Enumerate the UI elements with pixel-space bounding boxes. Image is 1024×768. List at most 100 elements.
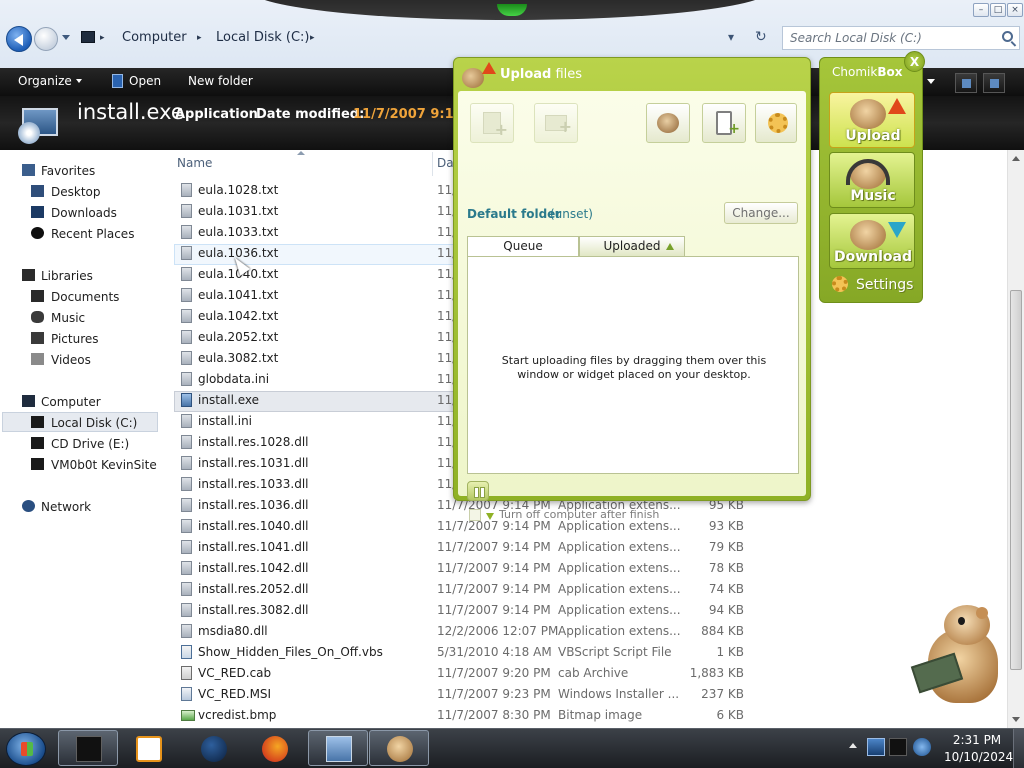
column-divider[interactable]: [432, 152, 433, 176]
taskbar-firefox-button[interactable]: [244, 730, 304, 766]
file-row[interactable]: install.res.3082.dll 11/7/2007 9:14 PM App…: [174, 600, 774, 621]
file-type: VBScript Script File: [558, 645, 672, 659]
search-icon[interactable]: [1002, 31, 1013, 42]
tray-app-icon[interactable]: [889, 738, 907, 756]
upload-arrow-icon: [888, 98, 906, 114]
add-folder-button[interactable]: [534, 103, 578, 143]
network-status-icon[interactable]: [867, 738, 885, 756]
nav-downloads[interactable]: Downloads: [28, 203, 184, 223]
file-date: 11/7/2007 9:14 PM: [437, 603, 551, 617]
clock-time[interactable]: 2:31 PM: [952, 733, 1002, 747]
show-hidden-icons-button[interactable]: [849, 743, 857, 748]
nav-local-disk[interactable]: Local Disk (C:): [2, 412, 158, 432]
file-size: 884 KB: [701, 624, 744, 638]
file-size: 237 KB: [701, 687, 744, 701]
gear-icon[interactable]: [832, 276, 848, 292]
add-from-clipboard-button[interactable]: [702, 103, 746, 143]
widget-download-button[interactable]: Download: [829, 213, 915, 269]
breadcrumb-separator-icon[interactable]: ▸: [197, 33, 202, 43]
taskbar-chomikbox-button[interactable]: [369, 730, 429, 766]
new-folder-button[interactable]: New folder: [188, 74, 253, 88]
tab-queue[interactable]: Queue: [467, 236, 579, 257]
taskbar-explorer-button[interactable]: [58, 730, 118, 766]
nav-recent-places[interactable]: Recent Places: [28, 224, 184, 244]
change-folder-button[interactable]: Change...: [724, 202, 798, 224]
refresh-icon[interactable]: ↻: [755, 29, 767, 45]
turn-off-checkbox[interactable]: [469, 509, 481, 521]
file-row[interactable]: install.res.2052.dll 11/7/2007 9:14 PM App…: [174, 579, 774, 600]
column-header-date[interactable]: Da: [437, 156, 454, 170]
upload-files-window: Upload files Default folder (unset) Chan…: [453, 57, 811, 521]
upload-settings-button[interactable]: [755, 103, 797, 143]
forward-button[interactable]: [34, 27, 58, 51]
show-desktop-button[interactable]: [1013, 729, 1024, 768]
download-arrow-icon: [888, 222, 906, 238]
nav-desktop[interactable]: Desktop: [28, 182, 184, 202]
widget-music-button[interactable]: Music: [829, 152, 915, 208]
nav-pictures[interactable]: Pictures: [28, 329, 184, 349]
dll-file-icon: [181, 435, 192, 449]
txt-file-icon: [181, 288, 192, 302]
breadcrumb-local-disk[interactable]: Local Disk (C:): [216, 30, 309, 45]
add-files-button[interactable]: [470, 103, 514, 143]
pause-button[interactable]: [467, 481, 489, 501]
preview-icon: [962, 79, 971, 88]
help-button[interactable]: [983, 73, 1005, 93]
scroll-down-icon[interactable]: [1012, 717, 1020, 722]
selected-file-type: Application: [175, 107, 258, 122]
scroll-up-icon[interactable]: [1012, 156, 1020, 161]
breadcrumb-separator-icon[interactable]: ▸: [100, 33, 105, 43]
widget-upload-button[interactable]: Upload: [829, 92, 915, 148]
back-button[interactable]: [6, 26, 32, 52]
file-row[interactable]: vcredist.bmp 11/7/2007 8:30 PM Bitmap imag…: [174, 705, 774, 726]
search-box[interactable]: Search Local Disk (C:): [782, 26, 1020, 50]
vbs-file-icon: [181, 645, 192, 659]
nav-cd-drive[interactable]: CD Drive (E:): [28, 434, 184, 454]
nav-network-share[interactable]: VM0b0t KevinSite: [28, 455, 184, 475]
media-player-icon: [136, 736, 162, 762]
nav-network[interactable]: Network: [18, 497, 174, 517]
breadcrumb-separator-icon[interactable]: ▸: [310, 33, 315, 43]
file-size: 6 KB: [716, 708, 744, 722]
widget-close-button[interactable]: X: [904, 51, 925, 72]
nav-computer[interactable]: Computer: [18, 392, 174, 412]
view-options-chevron-icon[interactable]: [927, 79, 935, 84]
file-row[interactable]: install.res.1041.dll 11/7/2007 9:14 PM App…: [174, 537, 774, 558]
preview-pane-button[interactable]: [955, 73, 977, 93]
tab-uploaded[interactable]: Uploaded: [579, 236, 685, 257]
close-window-button[interactable]: ×: [1007, 3, 1023, 17]
scroll-thumb[interactable]: [1010, 290, 1022, 670]
minimize-button[interactable]: –: [973, 3, 989, 17]
nav-favorites[interactable]: Favorites: [18, 161, 174, 181]
taskbar-media-player-button[interactable]: [118, 730, 178, 766]
maximize-button[interactable]: □: [990, 3, 1006, 17]
chomik-account-button[interactable]: [646, 103, 690, 143]
upload-queue-list[interactable]: Start uploading files by dragging them o…: [467, 256, 799, 474]
nav-videos[interactable]: Videos: [28, 350, 184, 370]
start-button[interactable]: [6, 732, 46, 766]
breadcrumb-computer[interactable]: Computer: [122, 30, 187, 45]
hamster-mascot-icon[interactable]: [906, 605, 1010, 709]
search-input[interactable]: Search Local Disk (C:): [790, 31, 922, 45]
taskbar-installer-button[interactable]: [308, 730, 368, 766]
open-button[interactable]: Open: [129, 74, 161, 88]
file-date: 11/7/2007 9:14 PM: [437, 540, 551, 554]
recent-pages-dropdown[interactable]: [62, 35, 70, 40]
nav-music[interactable]: Music: [28, 308, 184, 328]
file-row[interactable]: VC_RED.MSI 11/7/2007 9:23 PM Windows Insta…: [174, 684, 774, 705]
file-row[interactable]: VC_RED.cab 11/7/2007 9:20 PM cab Archive 1,…: [174, 663, 774, 684]
file-row[interactable]: msdia80.dll 12/2/2006 12:07 PM Application…: [174, 621, 774, 642]
nav-libraries[interactable]: Libraries: [18, 266, 174, 286]
volume-icon[interactable]: [913, 738, 931, 756]
file-row[interactable]: install.res.1042.dll 11/7/2007 9:14 PM App…: [174, 558, 774, 579]
file-row[interactable]: Show_Hidden_Files_On_Off.vbs 5/31/2010 4:…: [174, 642, 774, 663]
taskbar-browser-button[interactable]: [183, 730, 243, 766]
address-history-dropdown[interactable]: ▾: [728, 30, 734, 44]
column-header-name[interactable]: Name: [177, 156, 212, 170]
nav-documents[interactable]: Documents: [28, 287, 184, 307]
widget-settings-link[interactable]: Settings: [856, 277, 913, 293]
dll-file-icon: [181, 477, 192, 491]
clock-date[interactable]: 10/10/2024: [944, 750, 1013, 764]
organize-menu-button[interactable]: Organize: [18, 74, 82, 88]
triangle-down-icon[interactable]: [486, 513, 494, 520]
